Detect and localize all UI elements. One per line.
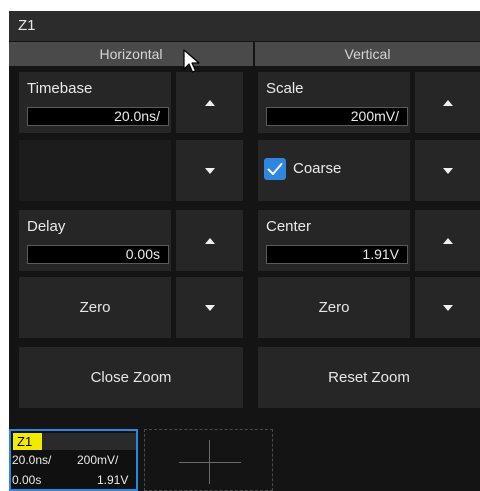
scale-label: Scale	[266, 80, 304, 97]
z1-thumbnail[interactable]: Z1 20.0ns/ 200mV/ 0.00s 1.91V	[9, 429, 138, 491]
vertical-zero-button[interactable]: Zero	[258, 277, 410, 338]
vertical-header: Vertical	[255, 42, 480, 66]
scale-up-button[interactable]	[415, 72, 480, 133]
thumbnail-delay: 0.00s	[12, 473, 42, 487]
timebase-down-button[interactable]	[176, 140, 243, 201]
plus-icon-horizontal	[179, 462, 241, 463]
arrow-up-icon	[204, 99, 215, 106]
center-label: Center	[266, 218, 312, 235]
coarse-toggle[interactable]: Coarse	[258, 140, 410, 201]
coarse-label: Coarse	[293, 160, 342, 177]
close-zoom-label: Close Zoom	[90, 369, 172, 386]
close-zoom-button[interactable]: Close Zoom	[19, 347, 243, 408]
timebase-spacer	[19, 140, 171, 201]
arrow-down-icon	[442, 304, 453, 311]
timebase-up-button[interactable]	[176, 72, 243, 133]
delay-down-button[interactable]	[176, 277, 243, 338]
dialog-title: Z1	[9, 11, 480, 41]
mouse-cursor-icon	[183, 49, 200, 73]
center-control[interactable]: Center 1.91V	[258, 210, 410, 271]
reset-zoom-button[interactable]: Reset Zoom	[258, 347, 480, 408]
delay-control[interactable]: Delay 0.00s	[19, 210, 171, 271]
thumbnail-center: 1.91V	[97, 473, 129, 487]
center-value[interactable]: 1.91V	[266, 245, 408, 264]
timebase-value[interactable]: 20.0ns/	[27, 107, 169, 126]
horizontal-zero-button[interactable]: Zero	[19, 277, 171, 338]
scale-control[interactable]: Scale 200mV/	[258, 72, 410, 133]
arrow-down-icon	[442, 167, 453, 174]
coarse-checkbox[interactable]	[264, 158, 286, 180]
z1-tag: Z1	[13, 433, 42, 450]
vertical-zero-label: Zero	[318, 299, 350, 316]
center-down-button[interactable]	[415, 277, 480, 338]
check-icon	[267, 163, 283, 175]
scale-value[interactable]: 200mV/	[266, 107, 408, 126]
center-up-button[interactable]	[415, 210, 480, 271]
zoom-thumbnail-strip: Z1 20.0ns/ 200mV/ 0.00s 1.91V	[9, 421, 480, 491]
timebase-label: Timebase	[27, 80, 93, 97]
plus-icon-vertical	[209, 440, 210, 484]
arrow-up-icon	[442, 237, 453, 244]
horizontal-header: Horizontal	[9, 42, 253, 66]
delay-value[interactable]: 0.00s	[27, 245, 169, 264]
arrow-down-icon	[204, 167, 215, 174]
zoom-dialog: Z1 Horizontal Vertical Timebase 20.0ns/ …	[9, 11, 480, 421]
reset-zoom-label: Reset Zoom	[328, 369, 410, 386]
arrow-up-icon	[442, 99, 453, 106]
horizontal-zero-label: Zero	[79, 299, 111, 316]
thumbnail-scale: 200mV/	[77, 453, 119, 467]
timebase-control[interactable]: Timebase 20.0ns/	[19, 72, 171, 133]
arrow-up-icon	[204, 237, 215, 244]
scale-down-button[interactable]	[415, 140, 480, 201]
empty-zoom-slot[interactable]	[144, 429, 273, 491]
arrow-down-icon	[204, 304, 215, 311]
delay-label: Delay	[27, 218, 66, 235]
thumbnail-timebase: 20.0ns/	[12, 453, 52, 467]
thumbnail-tag-bar	[42, 433, 136, 450]
delay-up-button[interactable]	[176, 210, 243, 271]
